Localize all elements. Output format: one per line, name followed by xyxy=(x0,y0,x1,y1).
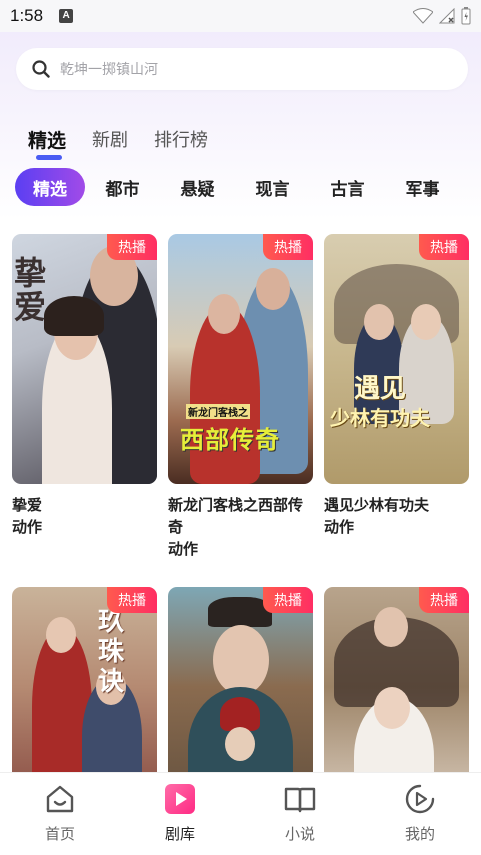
drama-poster: 新龙门客栈之 西部传奇 热播 xyxy=(168,234,313,484)
hot-badge: 热播 xyxy=(263,234,313,260)
nav-label-novels: 小说 xyxy=(284,825,315,843)
nav-label-library: 剧库 xyxy=(164,825,195,843)
drama-genre: 动作 xyxy=(12,518,43,536)
poster-title-text: 西部传奇 xyxy=(180,425,280,454)
nav-label-home: 首页 xyxy=(44,825,75,843)
play-library-icon xyxy=(165,784,195,814)
nav-home[interactable]: 首页 xyxy=(0,773,120,855)
book-icon xyxy=(284,787,316,813)
active-tab-indicator xyxy=(36,155,62,160)
category-chip-modern-romance[interactable]: 现言 xyxy=(235,168,310,206)
nav-library[interactable]: 剧库 xyxy=(120,773,240,855)
drama-title: 新龙门客栈之西部传奇 xyxy=(168,496,304,536)
home-icon xyxy=(46,785,74,813)
category-chip-mystery[interactable]: 悬疑 xyxy=(160,168,235,206)
drama-genre: 动作 xyxy=(168,540,199,558)
search-icon xyxy=(32,60,50,78)
nav-profile[interactable]: 我的 xyxy=(360,773,480,855)
main-tabs: 精选 新剧 排行榜 xyxy=(28,126,234,160)
search-placeholder: 乾坤一掷镇山河 xyxy=(60,62,158,78)
search-input[interactable]: 乾坤一掷镇山河 xyxy=(16,48,468,90)
hot-badge: 热播 xyxy=(107,587,157,613)
battery-icon xyxy=(461,7,471,25)
drama-genre: 动作 xyxy=(324,518,355,536)
drama-poster: 挚爱 热播 xyxy=(12,234,157,484)
nav-novels[interactable]: 小说 xyxy=(240,773,360,855)
category-chip-ancient-romance[interactable]: 古言 xyxy=(310,168,385,206)
drama-card[interactable]: 挚爱 热播 挚爱 动作 xyxy=(12,234,157,538)
signal-icon xyxy=(439,8,455,24)
bottom-navigation: 首页 剧库 小说 我的 xyxy=(0,772,481,855)
poster-title-text: 挚爱 xyxy=(14,254,47,326)
notification-a-icon: A xyxy=(59,9,74,23)
drama-card[interactable]: 新龙门客栈之 西部传奇 热播 新龙门客栈之西部传奇 动作 xyxy=(168,234,313,560)
tab-new-dramas[interactable]: 新剧 xyxy=(92,126,128,153)
wifi-icon xyxy=(413,8,433,24)
poster-title-text: 遇见 xyxy=(354,374,407,404)
poster-title-text: 玖珠诀 xyxy=(98,607,125,697)
category-chip-featured[interactable]: 精选 xyxy=(15,168,85,206)
category-chips: 精选 都市 悬疑 现言 古言 军事 xyxy=(15,168,460,206)
drama-card[interactable]: 遇见 少林有功夫 热播 遇见少林有功夫 动作 xyxy=(324,234,469,538)
category-chip-urban[interactable]: 都市 xyxy=(85,168,160,206)
hot-badge: 热播 xyxy=(107,234,157,260)
profile-play-icon xyxy=(405,784,435,814)
drama-poster: 遇见 少林有功夫 热播 xyxy=(324,234,469,484)
nav-label-profile: 我的 xyxy=(404,825,435,843)
hot-badge: 热播 xyxy=(263,587,313,613)
tab-rankings[interactable]: 排行榜 xyxy=(154,126,208,153)
category-chip-military[interactable]: 军事 xyxy=(385,168,460,206)
hot-badge: 热播 xyxy=(419,234,469,260)
status-icons xyxy=(413,7,471,25)
status-time: 1:58 xyxy=(10,6,44,25)
tab-featured[interactable]: 精选 xyxy=(28,126,66,153)
poster-subtitle-text: 新龙门客栈之 xyxy=(186,404,250,419)
drama-title: 遇见少林有功夫 xyxy=(324,496,430,514)
poster-subtitle-text: 少林有功夫 xyxy=(330,406,430,430)
drama-title: 挚爱 xyxy=(12,496,43,514)
status-bar: 1:58 A xyxy=(0,0,481,32)
hot-badge: 热播 xyxy=(419,587,469,613)
